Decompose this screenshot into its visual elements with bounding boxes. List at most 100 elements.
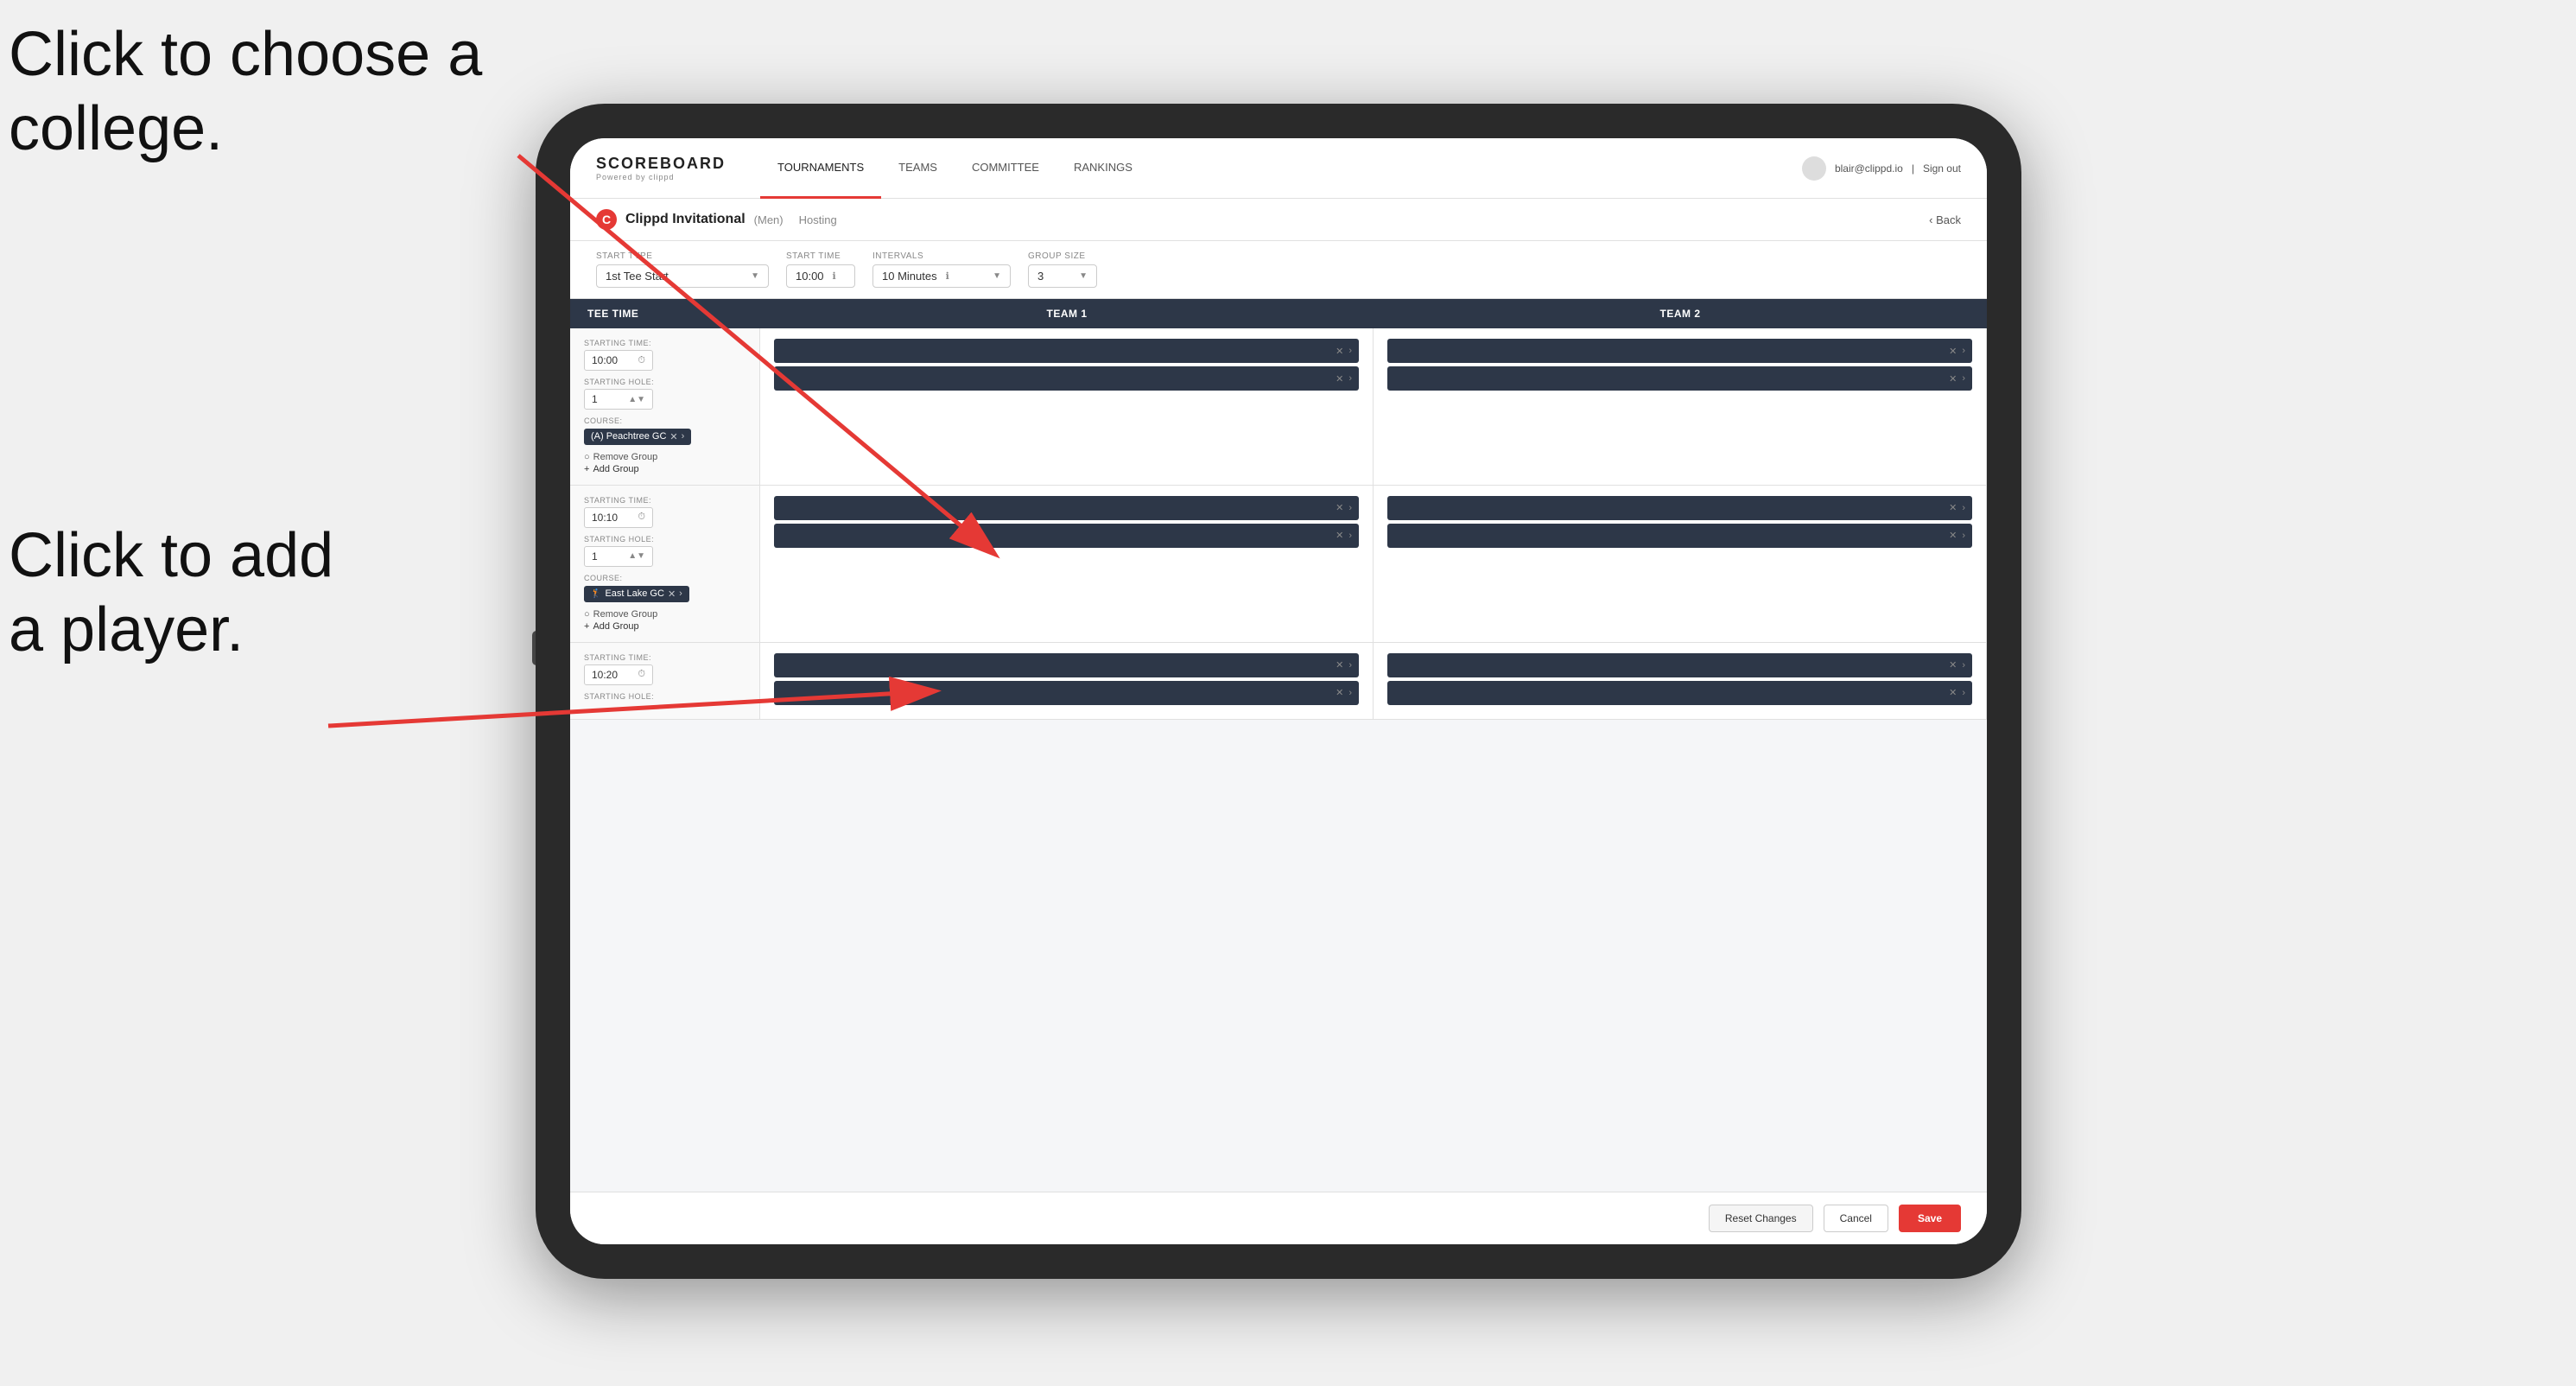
annotation-middle: Click to add a player. bbox=[9, 518, 333, 668]
player-slot-6-2[interactable]: ✕ › bbox=[1387, 681, 1972, 705]
edit-icon-4[interactable]: › bbox=[1962, 373, 1965, 384]
separator: | bbox=[1912, 162, 1914, 175]
add-icon-1: + bbox=[584, 464, 589, 474]
starting-time-input-1[interactable]: 10:00 ⏱ bbox=[584, 350, 653, 371]
course-remove-icon-1[interactable]: ✕ bbox=[669, 431, 677, 442]
add-group-1[interactable]: + Add Group bbox=[584, 464, 746, 474]
player-slot-1-2[interactable]: ✕ › bbox=[774, 366, 1359, 391]
starting-hole-input-1[interactable]: 1 ▲▼ bbox=[584, 389, 653, 410]
event-gender: (Men) bbox=[754, 213, 784, 226]
starting-hole-input-2[interactable]: 1 ▲▼ bbox=[584, 546, 653, 567]
nav-tab-committee[interactable]: COMMITTEE bbox=[955, 138, 1056, 199]
starting-time-label-2: STARTING TIME: bbox=[584, 496, 746, 505]
x-icon-12[interactable]: ✕ bbox=[1949, 687, 1957, 698]
avatar bbox=[1802, 156, 1826, 181]
x-icon-5[interactable]: ✕ bbox=[1336, 502, 1343, 513]
x-icon-8[interactable]: ✕ bbox=[1949, 530, 1957, 541]
x-icon-11[interactable]: ✕ bbox=[1949, 659, 1957, 671]
course-remove-icon-2[interactable]: ✕ bbox=[668, 588, 676, 600]
add-group-2[interactable]: + Add Group bbox=[584, 621, 746, 632]
x-icon[interactable]: ✕ bbox=[1336, 346, 1343, 357]
tablet-screen: SCOREBOARD Powered by clippd TOURNAMENTS… bbox=[570, 138, 1987, 1244]
player-slot-2-2[interactable]: ✕ › bbox=[1387, 366, 1972, 391]
starting-time-input-3[interactable]: 10:20 ⏱ bbox=[584, 664, 653, 685]
player-slot-6-1[interactable]: ✕ › bbox=[1387, 653, 1972, 677]
edit-icon-6[interactable]: › bbox=[1348, 531, 1352, 541]
nav-tabs: TOURNAMENTS TEAMS COMMITTEE RANKINGS bbox=[760, 138, 1150, 199]
team2-cell-1: ✕ › ✕ › bbox=[1374, 328, 1987, 485]
x-icon-2[interactable]: ✕ bbox=[1336, 373, 1343, 385]
edit-icon-8[interactable]: › bbox=[1962, 531, 1965, 541]
chevron-down-icon: ▼ bbox=[751, 271, 759, 281]
player-slot-4-1[interactable]: ✕ › bbox=[1387, 496, 1972, 520]
edit-icon-5[interactable]: › bbox=[1348, 503, 1352, 513]
edit-icon-12[interactable]: › bbox=[1962, 688, 1965, 698]
course-edit-icon-2[interactable]: › bbox=[679, 588, 682, 599]
start-type-label: Start Type bbox=[596, 251, 769, 261]
settings-bar: Start Type 1st Tee Start ▼ Start Time 10… bbox=[570, 241, 1987, 299]
player-slot-3-1[interactable]: ✕ › bbox=[774, 496, 1359, 520]
nav-bar: SCOREBOARD Powered by clippd TOURNAMENTS… bbox=[570, 138, 1987, 199]
start-type-select[interactable]: 1st Tee Start ▼ bbox=[596, 264, 769, 288]
edit-icon-10[interactable]: › bbox=[1348, 688, 1352, 698]
starting-time-label-3: STARTING TIME: bbox=[584, 653, 746, 662]
player-slot-2-1[interactable]: ✕ › bbox=[1387, 339, 1972, 363]
save-button[interactable]: Save bbox=[1899, 1205, 1961, 1232]
x-icon-7[interactable]: ✕ bbox=[1949, 502, 1957, 513]
course-tag-1[interactable]: (A) Peachtree GC ✕ › bbox=[584, 429, 691, 445]
nav-tab-rankings[interactable]: RANKINGS bbox=[1056, 138, 1150, 199]
chevron-hole-2: ▲▼ bbox=[628, 551, 645, 561]
user-email: blair@clippd.io bbox=[1835, 162, 1903, 175]
group-size-select[interactable]: 3 ▼ bbox=[1028, 264, 1097, 288]
player-slot-5-1[interactable]: ✕ › bbox=[774, 653, 1359, 677]
x-icon-10[interactable]: ✕ bbox=[1336, 687, 1343, 698]
remove-icon-1: ○ bbox=[584, 452, 590, 462]
intervals-select[interactable]: 10 Minutes ℹ ▼ bbox=[872, 264, 1011, 288]
cancel-button[interactable]: Cancel bbox=[1824, 1205, 1888, 1232]
edit-icon[interactable]: › bbox=[1348, 346, 1352, 356]
nav-tab-teams[interactable]: TEAMS bbox=[881, 138, 955, 199]
player-slot-3-2[interactable]: ✕ › bbox=[774, 524, 1359, 548]
event-logo: C bbox=[596, 209, 617, 230]
th-team2: Team 2 bbox=[1374, 299, 1987, 328]
starting-hole-label-3: STARTING HOLE: bbox=[584, 692, 746, 701]
edit-icon-3[interactable]: › bbox=[1962, 346, 1965, 356]
tablet-frame: SCOREBOARD Powered by clippd TOURNAMENTS… bbox=[536, 104, 2021, 1279]
edit-icon-11[interactable]: › bbox=[1962, 660, 1965, 671]
course-tag-2[interactable]: 🏌 East Lake GC ✕ › bbox=[584, 586, 689, 602]
edit-icon-7[interactable]: › bbox=[1962, 503, 1965, 513]
remove-group-1[interactable]: ○ Remove Group bbox=[584, 452, 746, 462]
nav-tab-tournaments[interactable]: TOURNAMENTS bbox=[760, 138, 881, 199]
course-edit-icon-1[interactable]: › bbox=[682, 431, 685, 442]
remove-group-2[interactable]: ○ Remove Group bbox=[584, 609, 746, 620]
team1-cell-3: ✕ › ✕ › bbox=[760, 643, 1374, 719]
back-button[interactable]: ‹ Back bbox=[1929, 213, 1961, 226]
group-row-1: STARTING TIME: 10:00 ⏱ STARTING HOLE: 1 … bbox=[570, 328, 1987, 486]
main-content[interactable]: STARTING TIME: 10:00 ⏱ STARTING HOLE: 1 … bbox=[570, 328, 1987, 1192]
nav-left: SCOREBOARD Powered by clippd TOURNAMENTS… bbox=[596, 138, 1150, 199]
clock-icon-3: ⏱ bbox=[638, 669, 645, 680]
chevron-down-icon-2: ▼ bbox=[993, 271, 1001, 281]
x-icon-6[interactable]: ✕ bbox=[1336, 530, 1343, 541]
starting-time-input-2[interactable]: 10:10 ⏱ bbox=[584, 507, 653, 528]
reset-changes-button[interactable]: Reset Changes bbox=[1709, 1205, 1813, 1232]
x-icon-3[interactable]: ✕ bbox=[1949, 346, 1957, 357]
x-icon-4[interactable]: ✕ bbox=[1949, 373, 1957, 385]
clock-icon-1: ⏱ bbox=[638, 355, 645, 366]
starting-time-label-1: STARTING TIME: bbox=[584, 339, 746, 347]
player-slot-4-2[interactable]: ✕ › bbox=[1387, 524, 1972, 548]
edit-icon-2[interactable]: › bbox=[1348, 373, 1352, 384]
course-label-1: COURSE: bbox=[584, 416, 746, 425]
intervals-label: Intervals bbox=[872, 251, 1011, 261]
edit-icon-9[interactable]: › bbox=[1348, 660, 1352, 671]
player-slot-1-1[interactable]: ✕ › bbox=[774, 339, 1359, 363]
add-icon-2: + bbox=[584, 621, 589, 632]
start-time-select[interactable]: 10:00 ℹ bbox=[786, 264, 855, 288]
x-icon-9[interactable]: ✕ bbox=[1336, 659, 1343, 671]
chevron-hole-1: ▲▼ bbox=[628, 395, 645, 404]
clock-icon-2: ⏱ bbox=[638, 512, 645, 523]
team2-cell-2: ✕ › ✕ › bbox=[1374, 486, 1987, 642]
logo-title: SCOREBOARD bbox=[596, 155, 726, 173]
player-slot-5-2[interactable]: ✕ › bbox=[774, 681, 1359, 705]
sign-out-link[interactable]: Sign out bbox=[1923, 162, 1961, 175]
